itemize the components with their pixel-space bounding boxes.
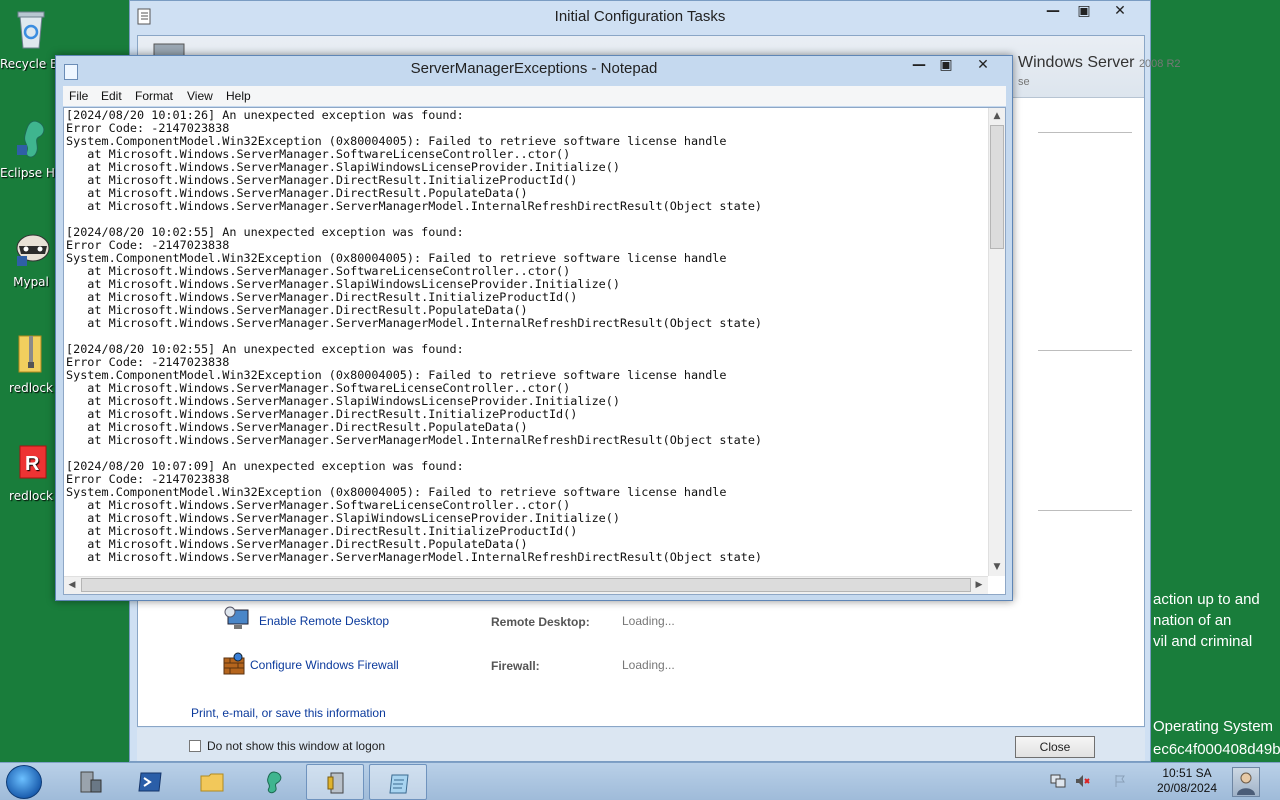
notepad-text-line: at Microsoft.Windows.ServerManager.Serve… <box>66 199 763 213</box>
remote-desktop-label: Remote Desktop: <box>491 615 590 629</box>
horizontal-scroll-thumb[interactable] <box>81 578 971 592</box>
section-divider <box>1038 510 1132 511</box>
window-title: Initial Configuration Tasks <box>554 8 726 25</box>
action-center-tray-icon[interactable] <box>1112 773 1128 789</box>
menu-file[interactable]: File <box>69 89 88 103</box>
desktop-icon-label: Recycle Bin <box>0 57 62 71</box>
desktop-icon-redlock-app[interactable]: R redlock <box>0 440 62 503</box>
section-divider <box>1038 132 1132 133</box>
eclipse-seahorse-icon <box>17 120 45 158</box>
maximize-button[interactable]: ▣ <box>1069 3 1099 25</box>
mypal-raccoon-icon <box>16 234 50 266</box>
network-tray-icon[interactable] <box>1050 773 1066 789</box>
desktop-icon-eclipse[interactable]: Eclipse Hy <box>0 117 62 180</box>
taskbar-powershell[interactable] <box>120 764 178 800</box>
horizontal-scrollbar[interactable]: ◀ ▶ <box>64 576 988 594</box>
notepad-icon <box>389 774 409 794</box>
taskbar-eclipse[interactable] <box>242 764 300 800</box>
clock-date: 20/08/2024 <box>1156 781 1218 795</box>
desktop-icon-label: Eclipse Hy <box>0 166 62 180</box>
firewall-label: Firewall: <box>491 659 540 673</box>
print-email-save-link[interactable]: Print, e-mail, or save this information <box>191 706 386 720</box>
windows-server-brand: Windows Server 2008 R2 se <box>1018 54 1181 90</box>
menu-view[interactable]: View <box>187 89 213 103</box>
close-button[interactable]: Close <box>1015 736 1095 758</box>
system-clock[interactable]: 10:51 SA 20/08/2024 <box>1148 766 1226 796</box>
vertical-scroll-thumb[interactable] <box>990 125 1004 249</box>
brand-edition: se <box>1018 76 1030 88</box>
vertical-scrollbar[interactable]: ▲ ▼ <box>988 108 1005 576</box>
enable-remote-desktop-link[interactable]: Enable Remote Desktop <box>259 614 389 628</box>
background-text: vil and criminal <box>1153 633 1253 650</box>
notepad-text-content[interactable]: [2024/08/20 10:01:26] An unexpected exce… <box>66 109 986 575</box>
brand-version: 2008 R2 <box>1138 58 1181 70</box>
brand-name: Windows Server <box>1018 54 1135 71</box>
configure-firewall-link[interactable]: Configure Windows Firewall <box>250 658 399 672</box>
desktop-icon-label: redlock <box>9 489 53 503</box>
start-button[interactable] <box>6 765 42 799</box>
menu-edit[interactable]: Edit <box>101 89 122 103</box>
file-explorer-icon <box>200 773 224 792</box>
notepad-minimize-button[interactable]: — <box>906 57 932 79</box>
notepad-close-button[interactable]: ✕ <box>970 57 996 79</box>
taskbar: 10:51 SA 20/08/2024 <box>0 762 1280 800</box>
do-not-show-label: Do not show this window at logon <box>207 739 386 753</box>
scroll-down-arrow-icon[interactable]: ▼ <box>989 559 1005 575</box>
redlock-app-icon: R <box>19 445 47 479</box>
user-avatar[interactable] <box>1232 767 1260 797</box>
taskbar-configuration-tasks[interactable] <box>306 764 364 800</box>
firewall-icon <box>223 652 245 675</box>
notepad-text-line: at Microsoft.Windows.ServerManager.Serve… <box>66 433 763 447</box>
configuration-tasks-icon <box>327 772 344 794</box>
section-divider <box>1038 350 1132 351</box>
notepad-title: ServerManagerExceptions - Notepad <box>410 60 658 77</box>
user-avatar-icon <box>1237 772 1255 795</box>
desktop-icon-mypal[interactable]: Mypal <box>0 226 62 289</box>
menu-format[interactable]: Format <box>135 89 173 103</box>
notepad-menubar: File Edit Format View Help <box>63 86 1006 106</box>
desktop-icon-label: Mypal <box>13 275 49 289</box>
eclipse-icon <box>267 771 282 794</box>
server-manager-icon <box>80 771 102 793</box>
recycle-bin-icon <box>17 11 45 49</box>
notepad-maximize-button[interactable]: ▣ <box>933 57 959 79</box>
firewall-status: Loading... <box>622 658 675 672</box>
config-footer: Do not show this window at logon Close <box>137 728 1145 761</box>
do-not-show-checkbox[interactable] <box>189 740 201 752</box>
background-text: nation of an <box>1153 612 1232 629</box>
desktop-icon-redlock-folder[interactable]: redlock <box>0 332 62 395</box>
scroll-right-arrow-icon[interactable]: ▶ <box>971 577 987 593</box>
volume-muted-tray-icon[interactable] <box>1074 773 1090 789</box>
menu-help[interactable]: Help <box>226 89 251 103</box>
background-text: ec6c4f000408d49b <box>1153 741 1280 758</box>
clock-time: 10:51 SA <box>1162 766 1212 780</box>
desktop-icon-label: redlock <box>9 381 53 395</box>
scroll-left-arrow-icon[interactable]: ◀ <box>64 577 80 593</box>
notepad-text-area[interactable]: [2024/08/20 10:01:26] An unexpected exce… <box>63 107 1006 595</box>
zip-folder-icon <box>18 335 42 373</box>
remote-desktop-status: Loading... <box>622 614 675 628</box>
close-window-button[interactable]: ✕ <box>1105 3 1135 25</box>
notepad-text-line: at Microsoft.Windows.ServerManager.Serve… <box>66 316 763 330</box>
background-text: action up to and <box>1153 591 1260 608</box>
minimize-button[interactable]: — <box>1038 3 1068 25</box>
taskbar-notepad[interactable] <box>369 764 427 800</box>
svg-text:R: R <box>25 453 40 475</box>
notepad-window: ServerManagerExceptions - Notepad — ▣ ✕ … <box>55 55 1013 601</box>
notepad-text-line: at Microsoft.Windows.ServerManager.Serve… <box>66 550 763 564</box>
remote-desktop-icon <box>224 606 249 629</box>
taskbar-server-manager[interactable] <box>60 764 118 800</box>
desktop-icon-recycle-bin[interactable]: Recycle Bin <box>0 8 62 71</box>
scroll-up-arrow-icon[interactable]: ▲ <box>989 108 1005 124</box>
powershell-icon <box>138 772 162 792</box>
background-text: Operating System <box>1153 718 1274 735</box>
taskbar-file-explorer[interactable] <box>182 764 240 800</box>
